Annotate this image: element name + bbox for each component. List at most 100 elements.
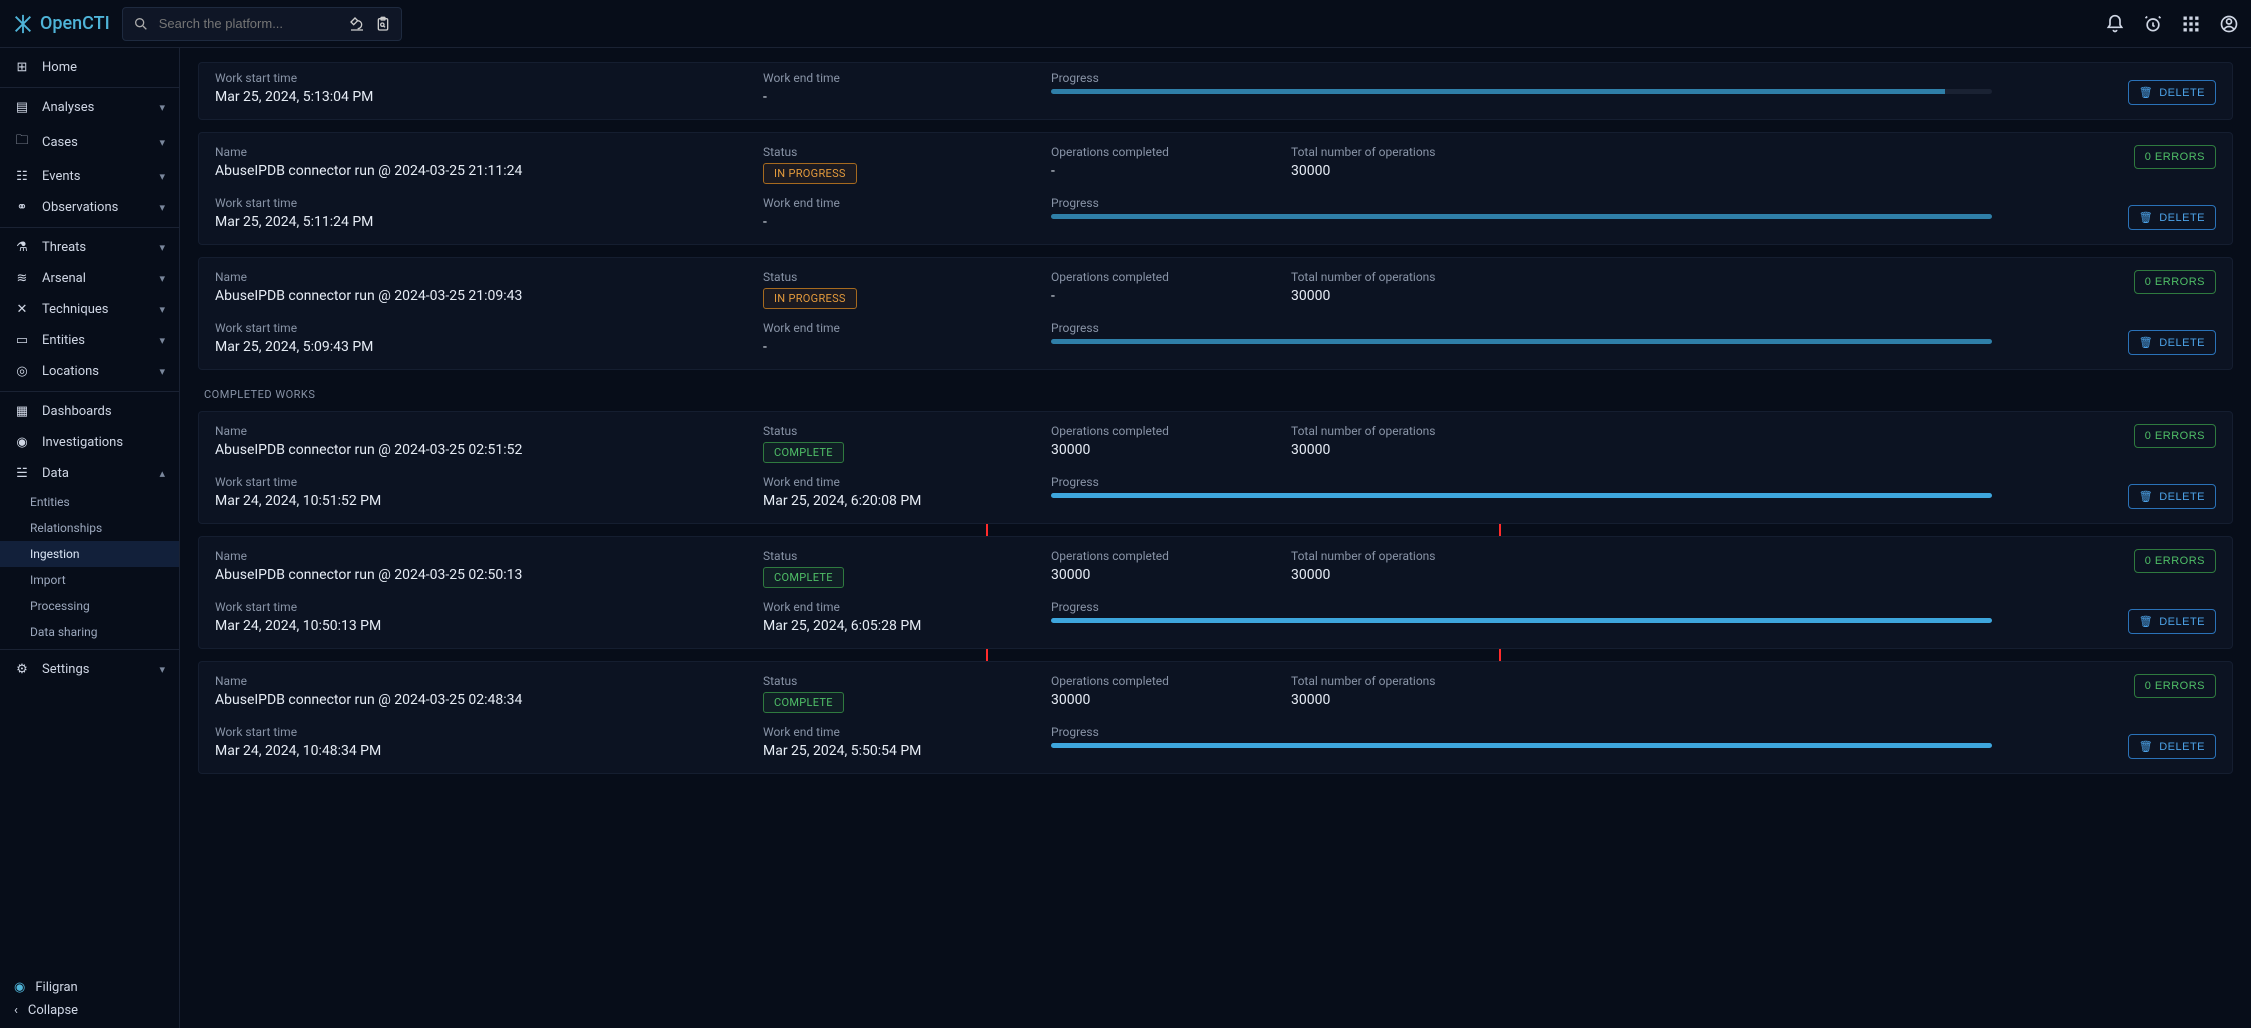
work-end-value: -: [763, 339, 1043, 355]
nav-label: Arsenal: [42, 271, 86, 286]
work-end-label: Work end time: [763, 725, 1043, 739]
work-start-value: Mar 25, 2024, 5:13:04 PM: [215, 89, 755, 105]
filigran-link[interactable]: ◉ Filigran: [14, 980, 165, 995]
account-icon[interactable]: [2219, 14, 2239, 34]
nav-investigations[interactable]: ◉ Investigations: [0, 427, 179, 458]
status-badge: IN PROGRESS: [763, 288, 857, 309]
trash-icon: 🗑: [2139, 336, 2153, 349]
chevron-down-icon: ▾: [159, 663, 165, 676]
nav-threats[interactable]: ⚗ Threats ▾: [0, 232, 179, 263]
ops-completed-label: Operations completed: [1051, 145, 1283, 159]
progress-label: Progress: [1051, 475, 1992, 489]
topbar: OpenCTI: [0, 0, 2251, 48]
work-card: Name AbuseIPDB connector run @ 2024-03-2…: [198, 661, 2233, 774]
ops-completed-label: Operations completed: [1051, 674, 1283, 688]
name-value: AbuseIPDB connector run @ 2024-03-25 02:…: [215, 567, 755, 583]
nav-locations[interactable]: ◎ Locations ▾: [0, 356, 179, 387]
nav-settings[interactable]: ⚙ Settings ▾: [0, 654, 179, 685]
apps-icon[interactable]: [2181, 14, 2201, 34]
work-start-label: Work start time: [215, 600, 755, 614]
progress-bar: [1051, 618, 1992, 623]
nav-observations[interactable]: ⚭ Observations ▾: [0, 192, 179, 223]
work-start-value: Mar 24, 2024, 10:48:34 PM: [215, 743, 755, 759]
status-label: Status: [763, 424, 1043, 438]
work-end-label: Work end time: [763, 71, 1043, 85]
target-icon: ◉: [14, 435, 30, 450]
errors-button[interactable]: 0 ERRORS: [2134, 674, 2216, 698]
nav-analyses[interactable]: ▤ Analyses ▾: [0, 92, 179, 123]
location-icon: ◎: [14, 364, 30, 379]
nav-label: Data: [42, 466, 69, 481]
delete-button[interactable]: 🗑 DELETE: [2128, 484, 2216, 509]
status-badge: IN PROGRESS: [763, 163, 857, 184]
progress-label: Progress: [1051, 725, 1992, 739]
nav-home[interactable]: ⊞ Home: [0, 52, 179, 83]
name-value: AbuseIPDB connector run @ 2024-03-25 02:…: [215, 442, 755, 458]
errors-button[interactable]: 0 ERRORS: [2134, 424, 2216, 448]
work-end-value: Mar 25, 2024, 5:50:54 PM: [763, 743, 1043, 759]
clipboard-search-icon[interactable]: [375, 16, 391, 32]
nav-dashboards[interactable]: ▦ Dashboards: [0, 396, 179, 427]
nav-data-entities[interactable]: Entities: [0, 489, 179, 515]
nav-cases[interactable]: 🗀 Cases ▾: [0, 123, 179, 161]
delete-button[interactable]: 🗑 DELETE: [2128, 80, 2216, 105]
collapse-button[interactable]: ‹ Collapse: [14, 1003, 165, 1018]
errors-button[interactable]: 0 ERRORS: [2134, 549, 2216, 573]
delete-button[interactable]: 🗑 DELETE: [2128, 205, 2216, 230]
nav-data-ingestion[interactable]: Ingestion: [0, 541, 179, 567]
work-end-label: Work end time: [763, 196, 1043, 210]
folder-icon: ▭: [14, 333, 30, 348]
nav-techniques[interactable]: ✕ Techniques ▾: [0, 294, 179, 325]
chevron-down-icon: ▾: [159, 241, 165, 254]
ops-completed-value: 30000: [1051, 567, 1283, 583]
delete-button[interactable]: 🗑 DELETE: [2128, 609, 2216, 634]
delete-button[interactable]: 🗑 DELETE: [2128, 734, 2216, 759]
nav-label: Collapse: [28, 1003, 78, 1018]
chevron-down-icon: ▾: [159, 365, 165, 378]
total-ops-label: Total number of operations: [1291, 270, 1992, 284]
errors-button[interactable]: 0 ERRORS: [2134, 270, 2216, 294]
name-label: Name: [215, 424, 755, 438]
work-start-label: Work start time: [215, 71, 755, 85]
nav-arsenal[interactable]: ≋ Arsenal ▾: [0, 263, 179, 294]
ops-completed-value: -: [1051, 163, 1283, 179]
delete-button[interactable]: 🗑 DELETE: [2128, 330, 2216, 355]
status-badge: COMPLETE: [763, 692, 844, 713]
nav-data[interactable]: ☱ Data ▴: [0, 458, 179, 489]
status-label: Status: [763, 674, 1043, 688]
nav-label: Cases: [42, 135, 78, 150]
home-icon: ⊞: [14, 60, 30, 75]
progress-label: Progress: [1051, 600, 1992, 614]
nav-label: Filigran: [35, 980, 77, 995]
nav-label: Events: [42, 169, 80, 184]
chevron-left-icon: ‹: [14, 1003, 18, 1018]
total-ops-value: 30000: [1291, 163, 1992, 179]
nav-entities[interactable]: ▭ Entities ▾: [0, 325, 179, 356]
nav-label: Observations: [42, 200, 118, 215]
name-label: Name: [215, 549, 755, 563]
total-ops-value: 30000: [1291, 567, 1992, 583]
nav-data-import[interactable]: Import: [0, 567, 179, 593]
alarm-icon[interactable]: [2143, 14, 2163, 34]
total-ops-value: 30000: [1291, 288, 1992, 304]
work-card: Name AbuseIPDB connector run @ 2024-03-2…: [198, 411, 2233, 524]
total-ops-label: Total number of operations: [1291, 424, 1992, 438]
app-logo[interactable]: OpenCTI: [12, 13, 110, 35]
work-end-label: Work end time: [763, 475, 1043, 489]
microscope-icon[interactable]: [349, 16, 365, 32]
nav-events[interactable]: ☷ Events ▾: [0, 161, 179, 192]
analyses-icon: ▤: [14, 100, 30, 115]
nav-data-relationships[interactable]: Relationships: [0, 515, 179, 541]
work-end-value: -: [763, 214, 1043, 230]
errors-button[interactable]: 0 ERRORS: [2134, 145, 2216, 169]
work-start-value: Mar 24, 2024, 10:51:52 PM: [215, 493, 755, 509]
nav-data-sharing[interactable]: Data sharing: [0, 619, 179, 645]
search-input[interactable]: [159, 16, 339, 31]
work-end-value: Mar 25, 2024, 6:05:28 PM: [763, 618, 1043, 634]
events-icon: ☷: [14, 169, 30, 184]
total-ops-label: Total number of operations: [1291, 674, 1992, 688]
nav-data-processing[interactable]: Processing: [0, 593, 179, 619]
btn-label: DELETE: [2159, 212, 2205, 224]
bell-icon[interactable]: [2105, 14, 2125, 34]
search-box[interactable]: [122, 7, 402, 41]
